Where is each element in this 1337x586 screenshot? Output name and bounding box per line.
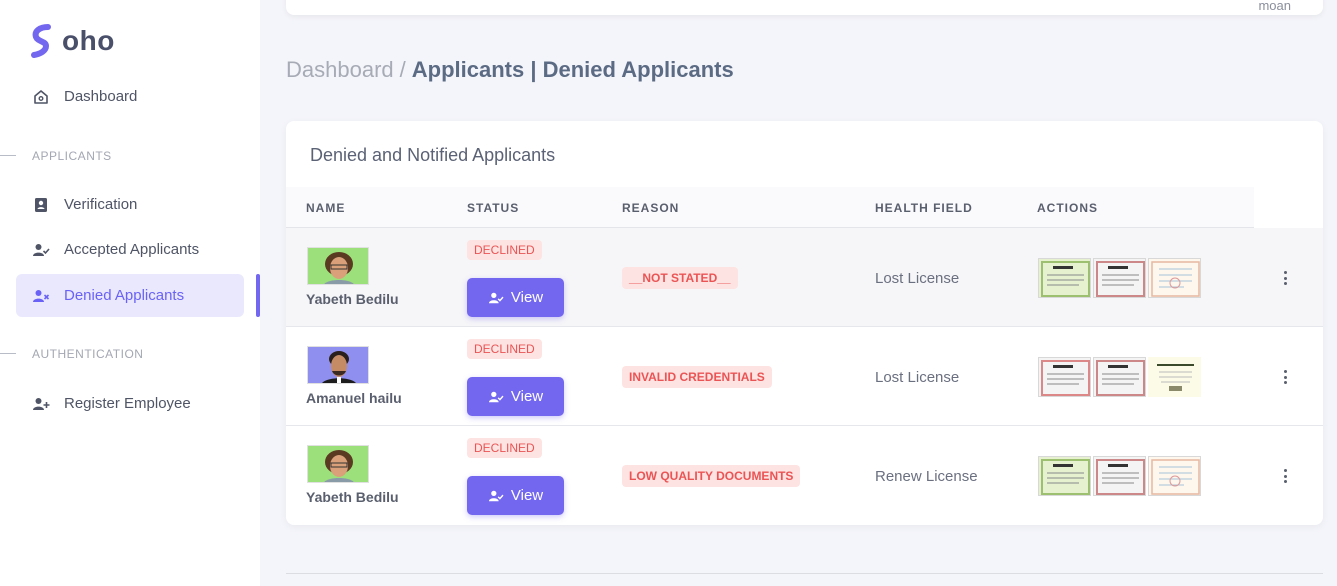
sidebar-item-label: Dashboard — [64, 88, 138, 105]
column-header-actions: ACTIONS — [1037, 201, 1098, 215]
document-thumbnails — [1038, 258, 1201, 298]
reason-badge: __NOT STATED__ — [622, 267, 738, 289]
sidebar-item-label: Verification — [64, 196, 138, 213]
view-button-label: View — [510, 289, 544, 306]
user-check-icon — [32, 241, 50, 259]
document-thumbnails — [1038, 456, 1201, 496]
sidebar-item-accepted-applicants[interactable]: Accepted Applicants — [16, 228, 244, 271]
user-check-icon — [488, 391, 504, 402]
avatar — [307, 445, 369, 483]
view-button[interactable]: View — [467, 476, 564, 515]
column-header-reason: REASON — [622, 201, 680, 215]
more-options-icon[interactable] — [1279, 467, 1291, 485]
section-label-applicants: APPLICANTS — [32, 149, 112, 163]
avatar — [307, 346, 369, 384]
home-icon — [32, 88, 50, 106]
sidebar-item-label: Denied Applicants — [64, 287, 185, 304]
active-indicator — [256, 274, 260, 317]
view-button-label: View — [510, 388, 544, 405]
applicant-name: Yabeth Bedilu — [306, 489, 399, 505]
health-field: Lost License — [875, 270, 960, 287]
brand[interactable]: oho — [30, 24, 115, 58]
document-thumbnail[interactable] — [1038, 456, 1091, 496]
section-divider — [0, 155, 16, 156]
sidebar-item-register-employee[interactable]: Register Employee — [16, 382, 244, 425]
applicant-name: Amanuel hailu — [306, 390, 402, 406]
document-thumbnail[interactable] — [1148, 456, 1201, 496]
more-options-icon[interactable] — [1279, 269, 1291, 287]
user-x-icon — [32, 287, 50, 305]
view-button[interactable]: View — [467, 377, 564, 416]
column-header-health-field: HEALTH FIELD — [875, 201, 973, 215]
applicant-name: Yabeth Bedilu — [306, 291, 399, 307]
footer-divider — [286, 573, 1323, 574]
applicants-card: Denied and Notified Applicants NAME STAT… — [286, 121, 1323, 525]
sidebar-item-label: Accepted Applicants — [64, 241, 200, 258]
user-name[interactable]: moan — [1258, 0, 1291, 13]
brand-logo-icon — [31, 24, 51, 58]
user-plus-icon — [32, 395, 50, 413]
breadcrumb: Dashboard / Applicants | Denied Applicants — [286, 57, 734, 83]
view-button[interactable]: View — [467, 278, 564, 317]
reason-badge: INVALID CREDENTIALS — [622, 366, 772, 388]
sidebar-item-verification[interactable]: Verification — [16, 183, 244, 226]
card-title: Denied and Notified Applicants — [310, 145, 556, 165]
document-thumbnail[interactable] — [1038, 357, 1091, 397]
health-field: Renew License — [875, 468, 978, 485]
section-divider — [0, 353, 16, 354]
status-badge: DECLINED — [467, 438, 542, 458]
status-badge: DECLINED — [467, 240, 542, 260]
table-row: Yabeth Bedilu DECLINED View __NOT STATED… — [286, 228, 1323, 327]
document-thumbnail[interactable] — [1148, 357, 1201, 397]
breadcrumb-root[interactable]: Dashboard — [286, 57, 394, 82]
document-thumbnail[interactable] — [1038, 258, 1091, 298]
avatar — [307, 247, 369, 285]
column-header-status: STATUS — [467, 201, 520, 215]
sidebar-item-dashboard[interactable]: Dashboard — [16, 75, 244, 118]
breadcrumb-current: Applicants | Denied Applicants — [411, 57, 734, 82]
brand-name: oho — [62, 25, 115, 56]
document-thumbnail[interactable] — [1148, 258, 1201, 298]
status-badge: DECLINED — [467, 339, 542, 359]
breadcrumb-separator: / — [399, 57, 406, 82]
sidebar-item-denied-applicants[interactable]: Denied Applicants — [16, 274, 244, 317]
document-thumbnails — [1038, 357, 1201, 397]
document-thumbnail[interactable] — [1093, 258, 1146, 298]
sidebar: oho Dashboard APPLICANTS Verification Ac… — [0, 0, 260, 586]
user-check-icon — [488, 490, 504, 501]
sidebar-item-label: Register Employee — [64, 395, 191, 412]
more-options-icon[interactable] — [1279, 368, 1291, 386]
id-card-icon — [32, 196, 50, 214]
health-field: Lost License — [875, 369, 960, 386]
section-label-authentication: AUTHENTICATION — [32, 347, 144, 361]
user-check-icon — [488, 292, 504, 303]
table-header: NAME STATUS REASON HEALTH FIELD ACTIONS — [286, 187, 1254, 228]
table-row: Yabeth Bedilu DECLINED View LOW QUALITY … — [286, 426, 1323, 525]
document-thumbnail[interactable] — [1093, 357, 1146, 397]
column-header-name: NAME — [306, 201, 346, 215]
view-button-label: View — [510, 487, 544, 504]
top-navbar: moan — [286, 0, 1323, 15]
table-row: Amanuel hailu DECLINED View INVALID CRED… — [286, 327, 1323, 426]
document-thumbnail[interactable] — [1093, 456, 1146, 496]
reason-badge: LOW QUALITY DOCUMENTS — [622, 465, 801, 487]
